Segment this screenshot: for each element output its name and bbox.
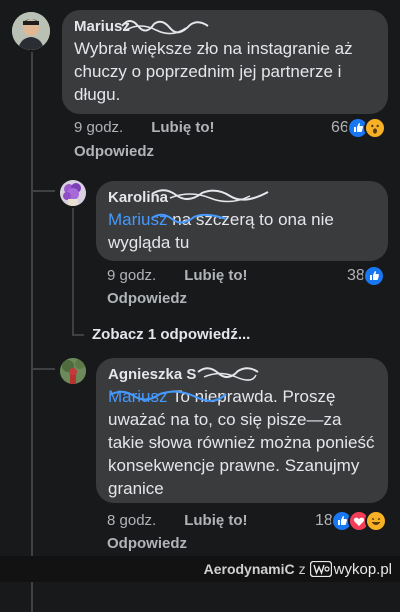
reply-button[interactable]: Odpowiedz xyxy=(107,290,187,307)
comment-author[interactable]: Agnieszka S xyxy=(108,366,376,383)
comment-text: Mariusz To nieprawda. Proszę uważać na t… xyxy=(108,385,376,500)
comment-bubble: Karolina Mariusz na szczerą to ona nie w… xyxy=(96,181,388,261)
wykop-brand: wykop.pl xyxy=(333,560,392,578)
reply-button[interactable]: Odpowiedz xyxy=(107,535,187,552)
comment-time[interactable]: 8 godz. xyxy=(107,512,156,529)
comment-meta: 8 godz. Lubię to! xyxy=(107,512,248,529)
like-button[interactable]: Lubię to! xyxy=(151,119,214,136)
reaction-summary[interactable]: 18 xyxy=(315,510,387,532)
like-button[interactable]: Lubię to! xyxy=(184,512,247,529)
like-button[interactable]: Lubię to! xyxy=(184,267,247,284)
reaction-summary[interactable]: 38 xyxy=(347,265,385,287)
watermark-bar: AerodynamiC z wykop.pl xyxy=(0,556,400,582)
thread-line-nested-hook xyxy=(72,334,84,336)
thread-line-reply1 xyxy=(31,190,55,192)
avatar[interactable] xyxy=(60,180,86,206)
avatar[interactable] xyxy=(60,358,86,384)
comment-meta: 9 godz. Lubię to! xyxy=(107,267,248,284)
mention-link[interactable]: Mariusz xyxy=(108,387,168,406)
comment-meta: 9 godz. Lubię to! xyxy=(74,119,215,136)
comment-text: Wybrał większe zło na instagranie aż chu… xyxy=(74,39,353,104)
thread-line-main xyxy=(31,52,33,612)
mention-link[interactable]: Mariusz xyxy=(108,210,168,229)
comment-bubble: Agnieszka S Mariusz To nieprawda. Proszę… xyxy=(96,358,388,503)
haha-icon xyxy=(364,510,387,532)
comment-bubble: Mariusz Wybrał większe zło na instagrani… xyxy=(62,10,388,114)
like-icon xyxy=(362,265,385,287)
wykop-logo: wykop.pl xyxy=(309,560,392,578)
comment-author[interactable]: Mariusz xyxy=(74,18,376,35)
comment-time[interactable]: 9 godz. xyxy=(107,267,156,284)
view-more-replies-link[interactable]: Zobacz 1 odpowiedź... xyxy=(92,326,250,343)
thread-line-reply2 xyxy=(31,368,55,370)
thread-line-nested xyxy=(72,208,74,336)
comment-text: Mariusz na szczerą to ona nie wygląda tu xyxy=(108,208,376,254)
wykop-icon xyxy=(309,561,332,577)
watermark-suffix: z xyxy=(298,561,306,577)
comment-author[interactable]: Karolina xyxy=(108,189,376,206)
reaction-summary[interactable]: 66 xyxy=(331,117,386,139)
reply-button[interactable]: Odpowiedz xyxy=(74,143,154,160)
wow-icon xyxy=(363,117,386,139)
watermark-username: AerodynamiC xyxy=(203,561,295,577)
comment-time[interactable]: 9 godz. xyxy=(74,119,123,136)
avatar[interactable] xyxy=(12,12,50,50)
